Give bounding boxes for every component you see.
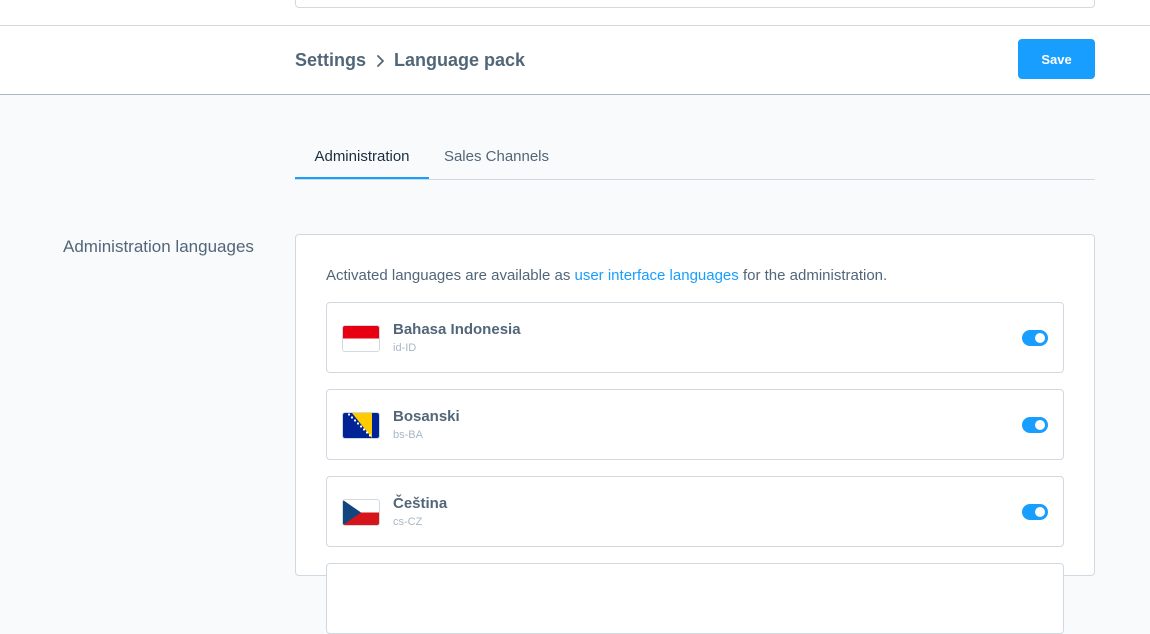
language-item (326, 563, 1064, 634)
user-interface-languages-link[interactable]: user interface languages (575, 267, 739, 284)
language-toggle[interactable] (1022, 330, 1048, 346)
language-code: cs-CZ (393, 516, 423, 528)
page-header: Settings Language pack Save (0, 26, 1150, 95)
description-prefix: Activated languages are available as (326, 267, 575, 284)
description-suffix: for the administration. (738, 267, 888, 284)
toggle-knob (1035, 333, 1045, 343)
save-button[interactable]: Save (1018, 39, 1095, 79)
language-item: Bosanski bs-BA (326, 389, 1064, 460)
languages-card: Activated languages are available as use… (295, 234, 1095, 634)
language-name: Bahasa Indonesia (393, 321, 521, 338)
language-code: id-ID (393, 342, 417, 354)
flag-cz-icon (343, 500, 379, 525)
card-description: Activated languages are available as use… (326, 267, 887, 284)
language-name: Bosanski (393, 408, 460, 425)
language-name: Čeština (393, 495, 448, 512)
chevron-right-icon (372, 53, 388, 69)
language-toggle[interactable] (1022, 417, 1048, 433)
tab-sales-channels[interactable]: Sales Channels (429, 136, 564, 177)
language-toggle[interactable] (1022, 504, 1048, 520)
language-code: bs-BA (393, 429, 423, 441)
flag-ba-icon (343, 413, 379, 438)
language-item: Čeština cs-CZ (326, 476, 1064, 547)
breadcrumb: Settings Language pack (295, 50, 525, 71)
toggle-knob (1035, 420, 1045, 430)
section-title: Administration languages (63, 237, 254, 256)
tab-bar: Administration Sales Channels (295, 136, 1095, 180)
breadcrumb-current: Language pack (394, 50, 526, 70)
language-item: Bahasa Indonesia id-ID (326, 302, 1064, 373)
breadcrumb-settings[interactable]: Settings (295, 50, 366, 71)
toggle-knob (1035, 507, 1045, 517)
previous-section-strip (0, 0, 1150, 26)
flag-id-icon (343, 326, 379, 351)
tab-administration[interactable]: Administration (295, 136, 429, 179)
previous-field (295, 0, 1095, 8)
